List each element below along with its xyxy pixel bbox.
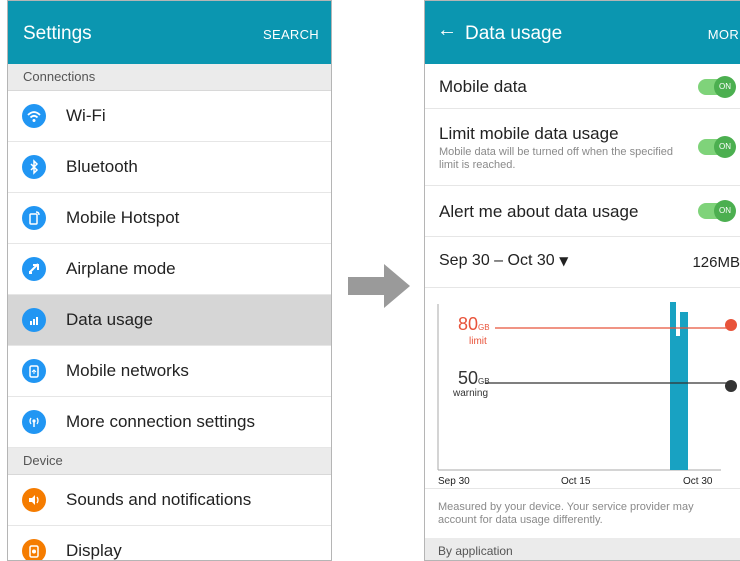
section-header-by-application: By application — [425, 538, 740, 560]
limit-mobile-data-row[interactable]: Limit mobile data usage Mobile data will… — [425, 109, 740, 186]
search-button[interactable]: SEARCH — [263, 27, 319, 42]
settings-item-label: Mobile networks — [66, 361, 189, 380]
settings-item-sounds[interactable]: Sounds and notifications — [8, 475, 331, 526]
limit-value: 80 — [458, 314, 479, 334]
chevron-down-icon: ▼ — [559, 254, 569, 268]
settings-item-airplane-mode[interactable]: Airplane mode — [8, 244, 331, 295]
settings-item-wifi[interactable]: Wi-Fi — [8, 91, 331, 142]
settings-item-mobile-hotspot[interactable]: Mobile Hotspot — [8, 193, 331, 244]
x-tick-label: Oct 30 — [683, 476, 713, 487]
mobile-data-toggle[interactable]: ON — [698, 76, 736, 98]
limit-mobile-data-label: Limit mobile data usage — [439, 124, 619, 143]
airplane-icon — [22, 257, 46, 281]
settings-item-label: Bluetooth — [66, 157, 138, 176]
data-usage-screen: ← Data usage MORE Mobile data ON Limit m… — [424, 0, 740, 561]
mobile-networks-icon — [22, 359, 46, 383]
section-header-connections: Connections — [8, 64, 331, 91]
toggle-state-label: ON — [714, 200, 736, 222]
hotspot-icon — [22, 206, 46, 230]
data-usage-app-bar: ← Data usage MORE — [425, 1, 740, 64]
period-selector[interactable]: Sep 30 – Oct 30 ▼ — [439, 252, 568, 270]
limit-value-text: 80GB — [458, 314, 490, 335]
alert-data-usage-label: Alert me about data usage — [439, 202, 639, 221]
settings-item-label: Sounds and notifications — [66, 490, 252, 509]
warning-unit: GB — [478, 377, 490, 386]
settings-item-mobile-networks[interactable]: Mobile networks — [8, 346, 331, 397]
settings-item-data-usage[interactable]: Data usage — [8, 295, 331, 346]
limit-handle[interactable] — [725, 319, 737, 331]
settings-item-label: More connection settings — [66, 412, 255, 431]
bluetooth-icon — [22, 155, 46, 179]
period-label: Sep 30 – Oct 30 — [439, 252, 555, 269]
settings-item-more-connection[interactable]: More connection settings — [8, 397, 331, 448]
display-icon — [22, 539, 46, 560]
toggle-state-label: ON — [714, 76, 736, 98]
settings-screen: Settings SEARCH Connections Wi-Fi Blueto… — [7, 0, 332, 561]
toggle-state-label: ON — [714, 136, 736, 158]
settings-item-label: Mobile Hotspot — [66, 208, 180, 227]
usage-bar — [676, 336, 680, 470]
alert-data-usage-toggle[interactable]: ON — [698, 200, 736, 222]
settings-item-display[interactable]: Display — [8, 526, 331, 560]
data-usage-graph: 80GB limit 50GB warning Sep 30 Oct 15 Oc… — [425, 288, 740, 489]
warning-value: 50 — [458, 368, 479, 388]
mobile-data-row[interactable]: Mobile data ON — [425, 64, 740, 109]
period-row[interactable]: Sep 30 – Oct 30 ▼ 126MB — [425, 237, 740, 288]
usage-bar — [680, 312, 688, 470]
x-tick-label: Oct 15 — [561, 476, 591, 487]
settings-item-label: Data usage — [66, 310, 153, 329]
sound-icon — [22, 488, 46, 512]
measurement-note: Measured by your device. Your service pr… — [425, 489, 740, 538]
limit-mobile-data-description: Mobile data will be turned off when the … — [439, 146, 673, 171]
mobile-data-label: Mobile data — [439, 77, 527, 96]
warning-value-text: 50GB — [458, 368, 490, 389]
limit-unit: GB — [478, 323, 490, 332]
limit-label: limit — [469, 336, 487, 347]
x-tick-label: Sep 30 — [438, 476, 470, 487]
usage-total: 126MB — [692, 254, 740, 271]
more-button[interactable]: MORE — [708, 27, 740, 42]
data-usage-icon — [22, 308, 46, 332]
back-arrow-icon[interactable]: ← — [437, 19, 457, 42]
warning-label: warning — [453, 388, 489, 399]
settings-item-label: Airplane mode — [66, 259, 176, 278]
warning-handle[interactable] — [725, 380, 737, 392]
more-connection-icon — [22, 410, 46, 434]
settings-app-bar: Settings SEARCH — [8, 1, 331, 64]
settings-item-label: Display — [66, 541, 122, 560]
wifi-icon — [22, 104, 46, 128]
page-title: Data usage — [465, 23, 563, 44]
settings-item-bluetooth[interactable]: Bluetooth — [8, 142, 331, 193]
transition-arrow-icon — [348, 264, 410, 308]
usage-bar — [670, 302, 676, 470]
settings-item-label: Wi-Fi — [66, 106, 106, 125]
page-title: Settings — [23, 23, 92, 44]
limit-mobile-data-toggle[interactable]: ON — [698, 136, 736, 158]
section-header-device: Device — [8, 448, 331, 475]
alert-data-usage-row[interactable]: Alert me about data usage ON — [425, 186, 740, 237]
